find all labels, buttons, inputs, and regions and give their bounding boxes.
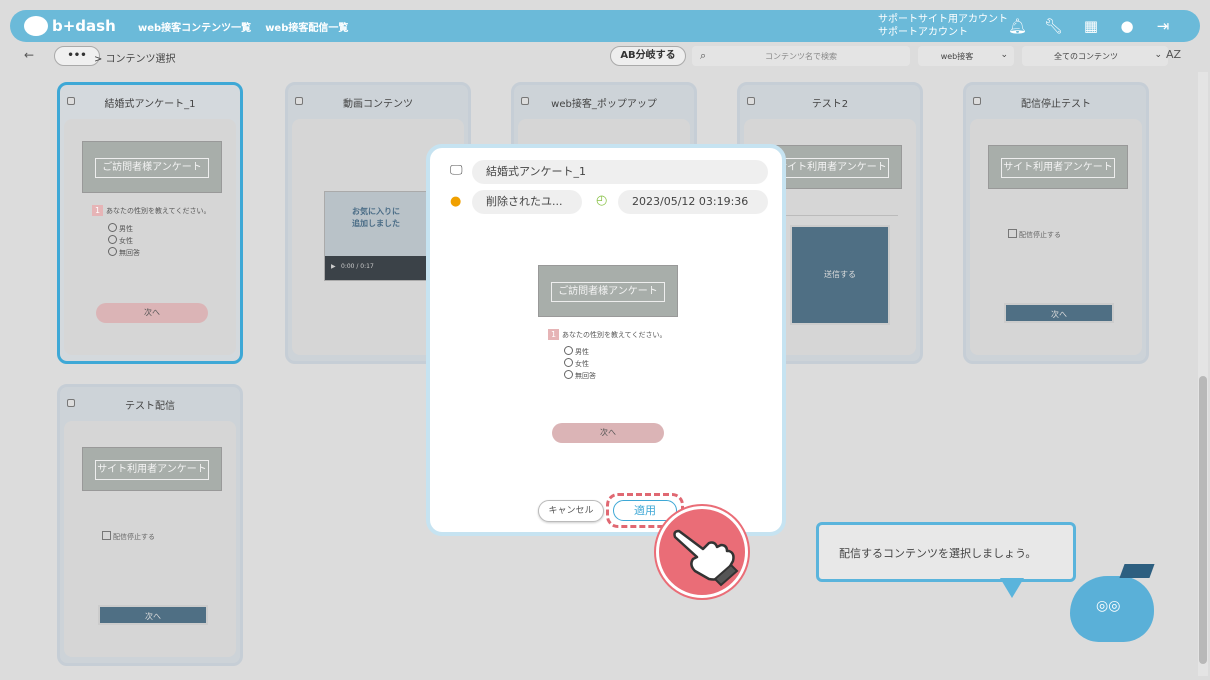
pointer-hand-icon [656,506,748,598]
card-title: テスト2 [811,99,849,110]
mascot-icon: ◎◎ [1070,564,1155,642]
card-preview: サイト利用者アンケート 配信停止する 次へ [970,119,1142,355]
type-select-value: web接客 [940,52,974,61]
account-site: サポートサイト用アカウント [878,14,1008,25]
wrench-icon[interactable]: 🔧︎ [1044,17,1063,35]
card-title: web接客_ポップアップ [551,99,657,110]
survey-banner: サイト利用者アンケート [82,447,222,491]
content-filter-select[interactable]: 全てのコンテンツ ⌄ [1022,46,1168,66]
ab-branch-button[interactable]: AB分岐する [610,46,686,66]
chevron-down-icon: ⌄ [1154,50,1162,60]
tooltip-tail [1000,578,1024,598]
card-title: 結婚式アンケート_1 [104,99,196,110]
clock-icon: ◴ [596,193,608,208]
hand-graphic [673,529,739,587]
video-thumbnail: お気に入りに 追加しました ▶ 0:00 / 0:17 [324,191,428,281]
question-number: 1 [548,329,559,340]
content-card[interactable]: 結婚式アンケート_1 ご訪問者様アンケート 1 あなたの性別を教えてください。 男… [57,82,243,364]
tooltip-text: 配信するコンテンツを選択しましょう。 [839,547,1037,560]
question-text: あなたの性別を教えてください。 [106,207,211,215]
submit-panel: 送信する [790,225,890,325]
datetime-field: 2023/05/12 03:19:36 [618,190,768,214]
chevron-down-icon: ⌄ [1000,50,1008,60]
chat-icon[interactable]: ● [1118,17,1136,35]
scrollbar-thumb[interactable] [1199,376,1207,664]
search-input[interactable]: ⌕ コンテンツ名で検索 [692,46,910,66]
question: 1 あなたの性別を教えてください。 [548,329,666,340]
question-number: 1 [92,205,103,216]
card-title: 配信停止テスト [1021,99,1091,110]
type-select[interactable]: web接客 ⌄ [918,46,1014,66]
next-button: 次へ [96,303,208,323]
cancel-button[interactable]: キャンセル [538,500,604,522]
grid-icon[interactable]: ▦ [1082,17,1100,35]
card-preview: サイト利用者アンケート 配信停止する 次へ [64,421,236,657]
breadcrumb: > コンテンツ選択 [94,54,176,65]
banner-label: サイト利用者アンケート [775,158,889,178]
account-info[interactable]: サポートサイト用アカウント サポートアカウント [878,13,1008,39]
video-caption-line-2: 追加しました [352,219,400,228]
nav-delivery-list[interactable]: web接客配信一覧 [265,19,348,34]
banner-label: ご訪問者様アンケート [551,282,665,302]
user-icon: ● [450,194,462,209]
logo[interactable]: b+dash [24,16,124,36]
unsubscribe-checkbox: 配信停止する [102,531,155,542]
option-male: 男性 [564,346,589,357]
card-preview: ご訪問者様アンケート 1 あなたの性別を教えてください。 男性 女性 無回答 次へ [64,119,236,355]
content-card[interactable]: テスト配信 サイト利用者アンケート 配信停止する 次へ [57,384,243,666]
monitor-icon: 🖵︎ [450,163,463,178]
play-icon: ▶ [331,263,336,270]
mascot-face: ◎◎ [1096,598,1121,614]
card-title: 動画コンテンツ [343,99,413,110]
graduation-cap-icon [1119,564,1155,578]
next-button: 次へ [1004,303,1114,323]
question: 1 あなたの性別を教えてください。 [92,205,210,216]
creator-field: 削除されたユ... [472,190,582,214]
survey-banner: ご訪問者様アンケート [82,141,222,193]
search-placeholder: コンテンツ名で検索 [765,52,837,61]
guide-tooltip: 配信するコンテンツを選択しましょう。 [816,522,1076,582]
logout-icon[interactable]: ⇥ [1154,17,1172,35]
option-female: 女性 [564,358,589,369]
back-arrow-icon[interactable]: ← [24,48,34,62]
toolbar: ← ••• > コンテンツ選択 AB分岐する ⌕ コンテンツ名で検索 web接客… [10,44,1200,70]
sort-az-icon[interactable]: AZ [1166,48,1181,61]
bell-icon[interactable]: 🔔︎ [1008,17,1027,35]
next-button: 次へ [98,605,208,625]
next-button: 次へ [552,423,664,443]
card-title: テスト配信 [125,401,175,412]
survey-banner: サイト利用者アンケート [988,145,1128,189]
logo-text: b+dash [52,17,116,35]
video-caption-line-1: お気に入りに [352,207,400,216]
unsubscribe-checkbox: 配信停止する [1008,229,1061,240]
content-detail-modal: 🖵︎ 結婚式アンケート_1 ● 削除されたユ... ◴ 2023/05/12 0… [426,144,786,536]
option-male: 男性 [108,223,133,234]
option-no-answer: 無回答 [564,370,596,381]
option-no-answer: 無回答 [108,247,140,258]
top-header: b+dash web接客コンテンツ一覧 web接客配信一覧 サポートサイト用アカ… [10,10,1200,42]
content-card[interactable]: 配信停止テスト サイト利用者アンケート 配信停止する 次へ [963,82,1149,364]
banner-label: サイト利用者アンケート [1001,158,1115,178]
content-name-field: 結婚式アンケート_1 [472,160,768,184]
video-controls: ▶ 0:00 / 0:17 [325,256,427,280]
banner-label: ご訪問者様アンケート [95,158,209,178]
question-text: あなたの性別を教えてください。 [562,331,667,339]
video-time: 0:00 / 0:17 [341,263,374,270]
content-filter-value: 全てのコンテンツ [1054,52,1118,61]
banner-label: サイト利用者アンケート [95,460,209,480]
option-female: 女性 [108,235,133,246]
video-caption: お気に入りに 追加しました [325,206,427,230]
account-name: サポートアカウント [878,27,968,38]
survey-banner: ご訪問者様アンケート [538,265,678,317]
logo-bubble-icon [24,16,48,36]
nav-contents-list[interactable]: web接客コンテンツ一覧 [138,19,251,34]
